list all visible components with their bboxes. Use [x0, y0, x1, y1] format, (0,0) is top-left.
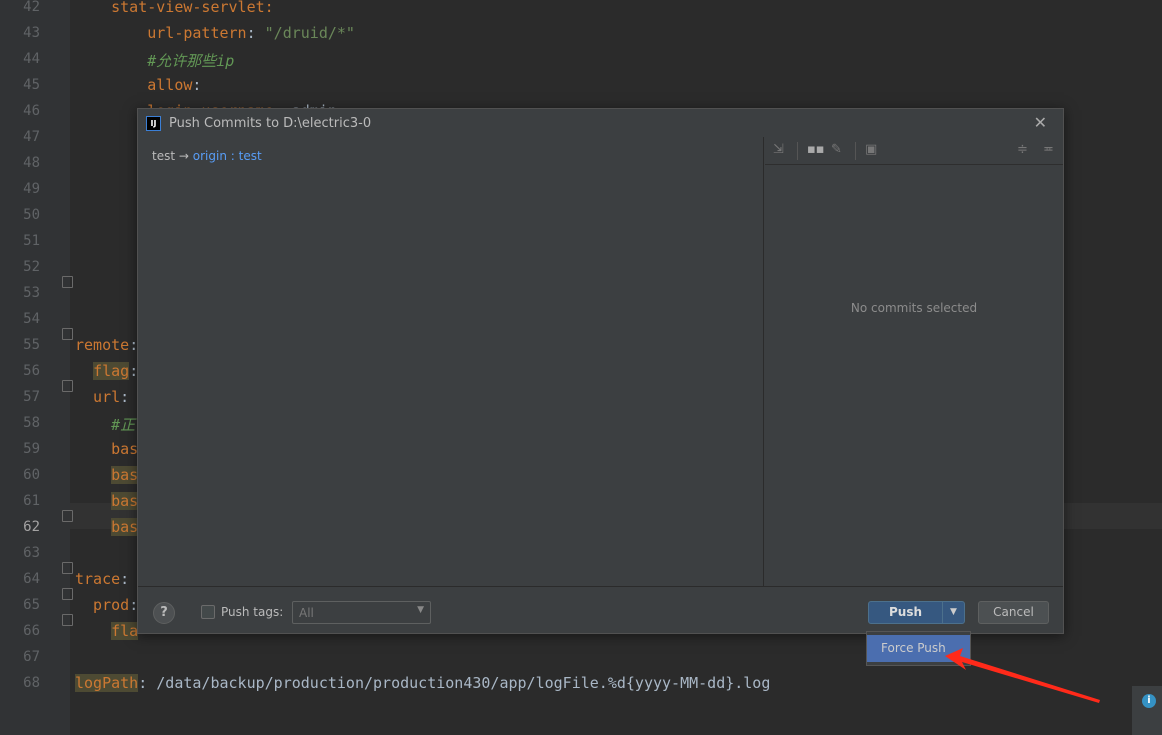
notification-panel: i: [1132, 686, 1162, 735]
red-arrow-icon: [945, 648, 1100, 703]
annotation-arrow: [945, 648, 1100, 703]
info-icon[interactable]: i: [1142, 694, 1156, 708]
